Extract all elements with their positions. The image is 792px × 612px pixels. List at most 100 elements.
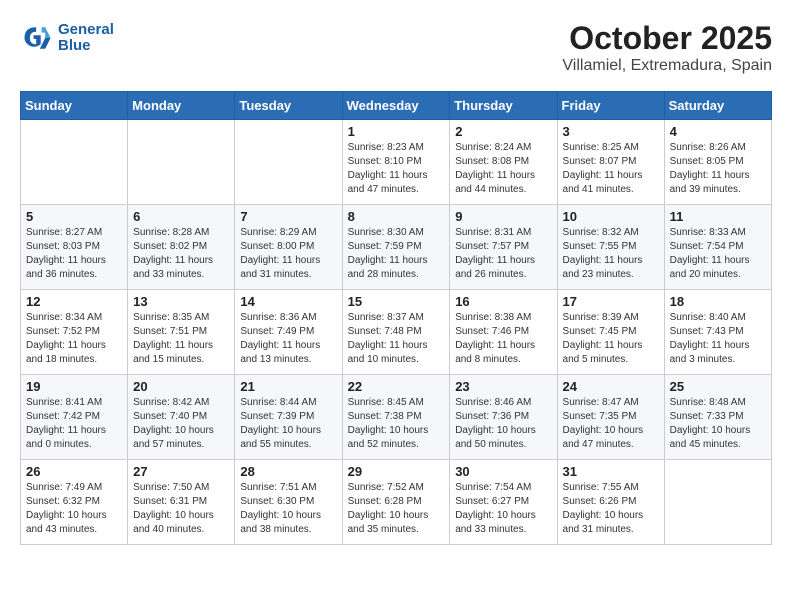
day-info: Sunrise: 8:39 AM Sunset: 7:45 PM Dayligh… (563, 311, 659, 367)
day-number: 29 (348, 464, 445, 479)
day-info: Sunrise: 8:38 AM Sunset: 7:46 PM Dayligh… (455, 311, 551, 367)
day-info: Sunrise: 8:42 AM Sunset: 7:40 PM Dayligh… (133, 396, 229, 452)
calendar-cell: 4 Sunrise: 8:26 AM Sunset: 8:05 PM Daylig… (664, 120, 771, 205)
day-info: Sunrise: 8:29 AM Sunset: 8:00 PM Dayligh… (240, 226, 336, 282)
day-number: 25 (670, 379, 766, 394)
day-number: 3 (563, 124, 659, 139)
calendar-cell: 21 Sunrise: 8:44 AM Sunset: 7:39 PM Dayli… (235, 375, 342, 460)
day-info: Sunrise: 7:52 AM Sunset: 6:28 PM Dayligh… (348, 481, 445, 537)
day-number: 5 (26, 209, 122, 224)
day-number: 18 (670, 294, 766, 309)
day-info: Sunrise: 8:45 AM Sunset: 7:38 PM Dayligh… (348, 396, 445, 452)
day-number: 12 (26, 294, 122, 309)
column-header-tuesday: Tuesday (235, 92, 342, 120)
day-number: 13 (133, 294, 229, 309)
calendar-cell: 28Sunrise: 7:51 AM Sunset: 6:30 PM Dayli… (235, 460, 342, 545)
calendar-table: SundayMondayTuesdayWednesdayThursdayFrid… (20, 91, 772, 545)
day-info: Sunrise: 8:44 AM Sunset: 7:39 PM Dayligh… (240, 396, 336, 452)
day-info: Sunrise: 8:25 AM Sunset: 8:07 PM Dayligh… (563, 141, 659, 197)
day-number: 4 (670, 124, 766, 139)
calendar-cell: 12 Sunrise: 8:34 AM Sunset: 7:52 PM Dayli… (21, 290, 128, 375)
day-number: 24 (563, 379, 659, 394)
day-number: 15 (348, 294, 445, 309)
day-info: Sunrise: 7:54 AM Sunset: 6:27 PM Dayligh… (455, 481, 551, 537)
calendar-cell: 18Sunrise: 8:40 AM Sunset: 7:43 PM Dayli… (664, 290, 771, 375)
calendar-cell: 31 Sunrise: 7:55 AM Sunset: 6:26 PM Dayli… (557, 460, 664, 545)
day-number: 20 (133, 379, 229, 394)
calendar-cell: 10Sunrise: 8:32 AM Sunset: 7:55 PM Dayli… (557, 205, 664, 290)
location-subtitle: Villamiel, Extremadura, Spain (562, 57, 772, 75)
day-info: Sunrise: 8:33 AM Sunset: 7:54 PM Dayligh… (670, 226, 766, 282)
day-number: 7 (240, 209, 336, 224)
calendar-cell: 15Sunrise: 8:37 AM Sunset: 7:48 PM Dayli… (342, 290, 450, 375)
day-info: Sunrise: 8:27 AM Sunset: 8:03 PM Dayligh… (26, 226, 122, 282)
month-title: October 2025 (562, 20, 772, 57)
calendar-cell: 14Sunrise: 8:36 AM Sunset: 7:49 PM Dayli… (235, 290, 342, 375)
calendar-cell: 17Sunrise: 8:39 AM Sunset: 7:45 PM Dayli… (557, 290, 664, 375)
calendar-cell (128, 120, 235, 205)
logo-general: General (58, 22, 114, 39)
calendar-cell: 6 Sunrise: 8:28 AM Sunset: 8:02 PM Daylig… (128, 205, 235, 290)
day-info: Sunrise: 8:26 AM Sunset: 8:05 PM Dayligh… (670, 141, 766, 197)
day-info: Sunrise: 8:30 AM Sunset: 7:59 PM Dayligh… (348, 226, 445, 282)
day-number: 10 (563, 209, 659, 224)
day-number: 9 (455, 209, 551, 224)
calendar-cell: 16 Sunrise: 8:38 AM Sunset: 7:46 PM Dayli… (450, 290, 557, 375)
day-info: Sunrise: 8:24 AM Sunset: 8:08 PM Dayligh… (455, 141, 551, 197)
day-number: 22 (348, 379, 445, 394)
calendar-cell: 27Sunrise: 7:50 AM Sunset: 6:31 PM Dayli… (128, 460, 235, 545)
day-info: Sunrise: 7:50 AM Sunset: 6:31 PM Dayligh… (133, 481, 229, 537)
week-row-1: 1 Sunrise: 8:23 AM Sunset: 8:10 PM Daylig… (21, 120, 772, 205)
logo: General Blue (20, 20, 114, 56)
day-info: Sunrise: 8:35 AM Sunset: 7:51 PM Dayligh… (133, 311, 229, 367)
calendar-cell: 30 Sunrise: 7:54 AM Sunset: 6:27 PM Dayli… (450, 460, 557, 545)
calendar-cell (21, 120, 128, 205)
day-number: 1 (348, 124, 445, 139)
calendar-cell: 20 Sunrise: 8:42 AM Sunset: 7:40 PM Dayli… (128, 375, 235, 460)
day-info: Sunrise: 7:49 AM Sunset: 6:32 PM Dayligh… (26, 481, 122, 537)
week-row-2: 5 Sunrise: 8:27 AM Sunset: 8:03 PM Daylig… (21, 205, 772, 290)
column-header-friday: Friday (557, 92, 664, 120)
day-info: Sunrise: 8:23 AM Sunset: 8:10 PM Dayligh… (348, 141, 445, 197)
calendar-cell: 23 Sunrise: 8:46 AM Sunset: 7:36 PM Dayli… (450, 375, 557, 460)
day-info: Sunrise: 8:36 AM Sunset: 7:49 PM Dayligh… (240, 311, 336, 367)
day-number: 21 (240, 379, 336, 394)
calendar-cell: 8 Sunrise: 8:30 AM Sunset: 7:59 PM Daylig… (342, 205, 450, 290)
week-row-5: 26 Sunrise: 7:49 AM Sunset: 6:32 PM Dayli… (21, 460, 772, 545)
day-number: 23 (455, 379, 551, 394)
day-number: 11 (670, 209, 766, 224)
column-header-saturday: Saturday (664, 92, 771, 120)
day-number: 6 (133, 209, 229, 224)
calendar-cell (664, 460, 771, 545)
day-info: Sunrise: 8:28 AM Sunset: 8:02 PM Dayligh… (133, 226, 229, 282)
calendar-cell: 3 Sunrise: 8:25 AM Sunset: 8:07 PM Daylig… (557, 120, 664, 205)
header-row: SundayMondayTuesdayWednesdayThursdayFrid… (21, 92, 772, 120)
day-number: 8 (348, 209, 445, 224)
day-info: Sunrise: 7:55 AM Sunset: 6:26 PM Dayligh… (563, 481, 659, 537)
column-header-thursday: Thursday (450, 92, 557, 120)
column-header-wednesday: Wednesday (342, 92, 450, 120)
calendar-cell (235, 120, 342, 205)
calendar-cell: 5 Sunrise: 8:27 AM Sunset: 8:03 PM Daylig… (21, 205, 128, 290)
day-info: Sunrise: 8:46 AM Sunset: 7:36 PM Dayligh… (455, 396, 551, 452)
column-header-monday: Monday (128, 92, 235, 120)
logo-blue: Blue (58, 38, 114, 55)
day-number: 26 (26, 464, 122, 479)
day-info: Sunrise: 8:34 AM Sunset: 7:52 PM Dayligh… (26, 311, 122, 367)
calendar-cell: 24Sunrise: 8:47 AM Sunset: 7:35 PM Dayli… (557, 375, 664, 460)
calendar-cell: 19Sunrise: 8:41 AM Sunset: 7:42 PM Dayli… (21, 375, 128, 460)
logo-icon (20, 20, 56, 56)
calendar-cell: 22 Sunrise: 8:45 AM Sunset: 7:38 PM Dayli… (342, 375, 450, 460)
calendar-cell: 2Sunrise: 8:24 AM Sunset: 8:08 PM Daylig… (450, 120, 557, 205)
calendar-cell: 29 Sunrise: 7:52 AM Sunset: 6:28 PM Dayli… (342, 460, 450, 545)
day-number: 30 (455, 464, 551, 479)
calendar-cell: 26 Sunrise: 7:49 AM Sunset: 6:32 PM Dayli… (21, 460, 128, 545)
calendar-cell: 11 Sunrise: 8:33 AM Sunset: 7:54 PM Dayli… (664, 205, 771, 290)
column-header-sunday: Sunday (21, 92, 128, 120)
day-info: Sunrise: 8:31 AM Sunset: 7:57 PM Dayligh… (455, 226, 551, 282)
day-number: 31 (563, 464, 659, 479)
day-number: 16 (455, 294, 551, 309)
calendar-cell: 9 Sunrise: 8:31 AM Sunset: 7:57 PM Daylig… (450, 205, 557, 290)
calendar-cell: 25Sunrise: 8:48 AM Sunset: 7:33 PM Dayli… (664, 375, 771, 460)
day-number: 28 (240, 464, 336, 479)
